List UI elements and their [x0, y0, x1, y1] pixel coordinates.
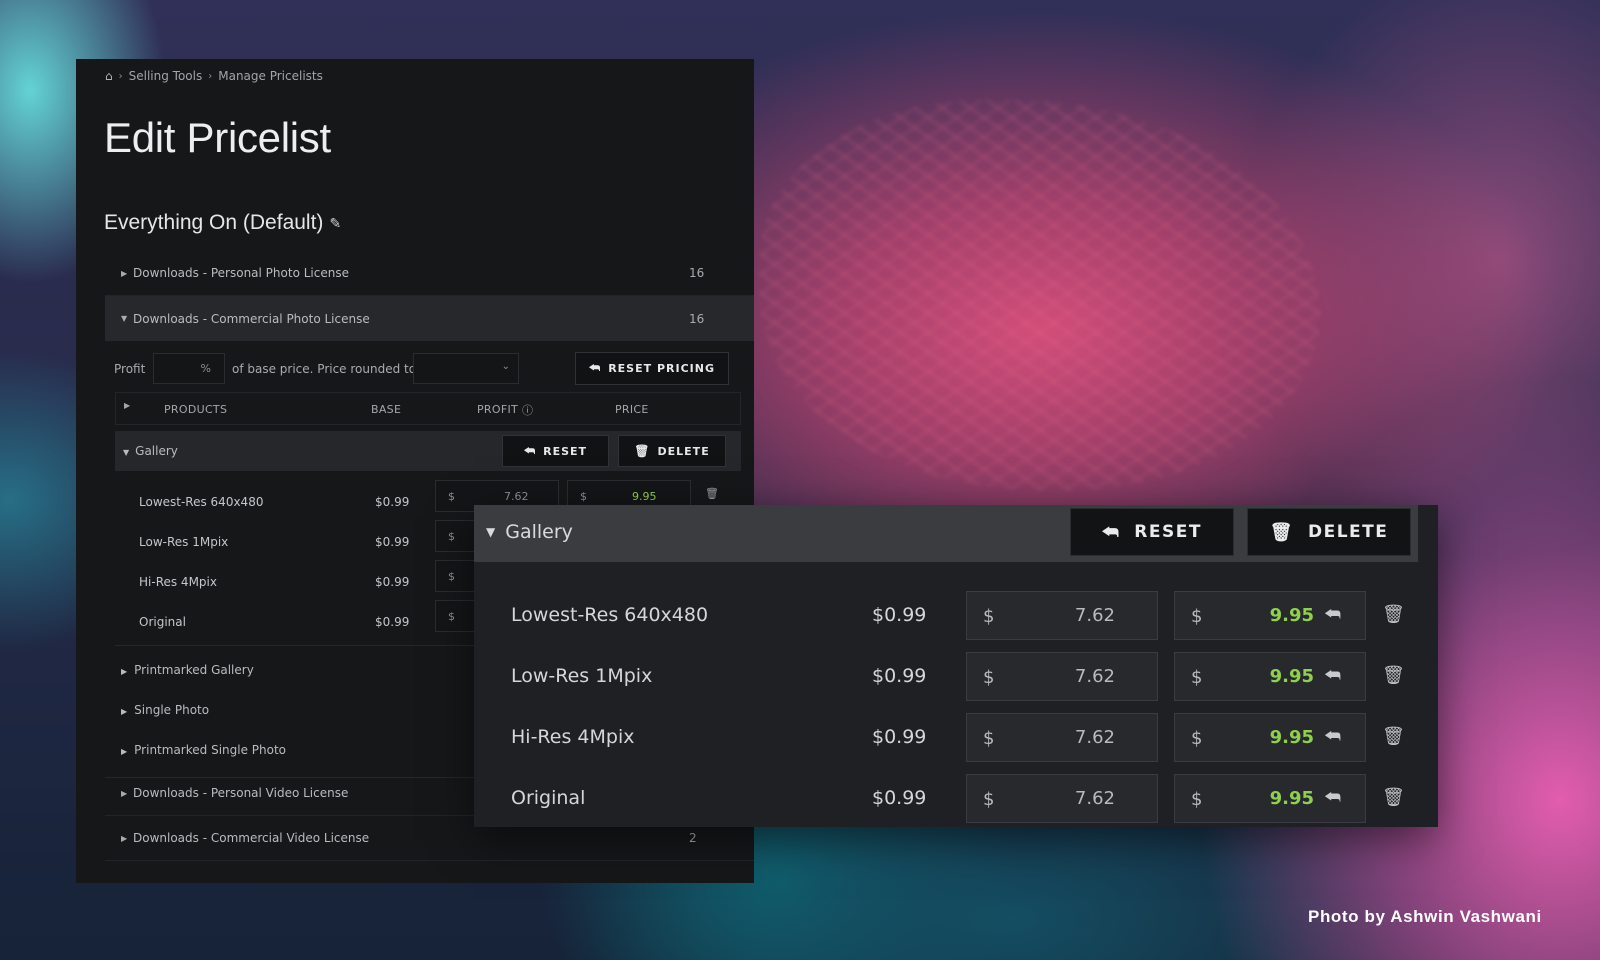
chevron-right-icon: ›: [208, 70, 213, 82]
profit-input[interactable]: $7.62: [966, 591, 1158, 640]
subgroup-single-photo[interactable]: ▶ Single Photo: [121, 703, 209, 717]
section-count: 16: [689, 266, 705, 280]
price-input[interactable]: $9.95 ⮪: [1174, 652, 1366, 701]
zoom-product-row: Original $0.99 $7.62 $9.95 ⮪ 🗑: [474, 768, 1438, 827]
zoom-reset-button[interactable]: ⮪ RESET: [1070, 508, 1234, 556]
background-net-blur: [760, 100, 1320, 490]
product-name: Lowest-Res 640x480: [511, 604, 709, 626]
profit-input[interactable]: $7.62: [966, 774, 1158, 823]
product-name: Low-Res 1Mpix: [511, 665, 653, 687]
trash-icon[interactable]: 🗑: [1382, 604, 1405, 625]
price-input[interactable]: $9.95 ⮪: [1174, 591, 1366, 640]
caret-right-icon: ▶: [121, 788, 128, 798]
product-base: $0.99: [872, 726, 927, 748]
caret-right-icon: ▶: [121, 707, 128, 716]
profit-label: Profit: [114, 362, 146, 376]
zoom-product-row: Hi-Res 4Mpix $0.99 $7.62 $9.95 ⮪ 🗑: [474, 707, 1438, 768]
product-name: Lowest-Res 640x480: [139, 495, 264, 509]
reset-pricing-button[interactable]: ⮪ RESET PRICING: [575, 352, 729, 385]
reply-arrow-icon: ⮪: [1102, 521, 1121, 543]
product-base: $0.99: [375, 575, 410, 589]
zoom-product-row: Low-Res 1Mpix $0.99 $7.62 $9.95 ⮪ 🗑: [474, 646, 1438, 707]
product-base: $0.99: [872, 665, 927, 687]
product-base: $0.99: [872, 787, 927, 809]
caret-right-icon: ▶: [121, 747, 128, 756]
info-icon[interactable]: ⓘ: [522, 402, 533, 418]
profit-percent-input[interactable]: %: [153, 353, 225, 384]
reply-arrow-icon[interactable]: ⮪: [1324, 787, 1341, 808]
caret-down-icon: ▼: [123, 448, 130, 457]
products-table-header: ▶ PRODUCTS BASE PROFIT ⓘ PRICE: [115, 392, 741, 425]
product-base: $0.99: [375, 615, 410, 629]
profit-input[interactable]: $7.62: [966, 652, 1158, 701]
zoom-gallery-header[interactable]: ▼ Gallery ⮪ RESET 🗑 DELETE: [474, 505, 1418, 562]
chevron-right-icon: ›: [118, 70, 123, 82]
reply-arrow-icon[interactable]: ⮪: [1324, 665, 1341, 686]
price-input[interactable]: $9.95 ⮪: [1174, 774, 1366, 823]
product-base: $0.99: [872, 604, 927, 626]
product-base: $0.99: [375, 535, 410, 549]
caret-down-icon: ▼: [486, 525, 496, 539]
caret-right-icon: ▶: [121, 833, 128, 843]
section-count: 16: [689, 311, 705, 326]
caret-down-icon: ▼: [121, 314, 128, 323]
reply-arrow-icon[interactable]: ⮪: [1324, 604, 1341, 625]
trash-icon[interactable]: 🗑: [705, 487, 719, 500]
profit-description: of base price. Price rounded to: [232, 362, 417, 376]
caret-right-icon[interactable]: ▶: [124, 401, 130, 410]
breadcrumb: ⌂ › Selling Tools › Manage Pricelists: [105, 69, 323, 83]
home-icon[interactable]: ⌂: [105, 69, 113, 83]
gallery-group-header[interactable]: ▼ Gallery ⮪ RESET 🗑 DELETE: [115, 431, 741, 471]
product-name: Low-Res 1Mpix: [139, 535, 229, 549]
trash-icon[interactable]: 🗑: [1382, 726, 1405, 747]
gallery-delete-button[interactable]: 🗑 DELETE: [618, 435, 726, 467]
price-input[interactable]: $9.95 ⮪: [1174, 713, 1366, 762]
breadcrumb-manage-pricelists[interactable]: Manage Pricelists: [218, 69, 323, 83]
subgroup-printmarked-gallery[interactable]: ▶ Printmarked Gallery: [121, 663, 254, 677]
product-name: Original: [139, 615, 186, 629]
reply-arrow-icon: ⮪: [589, 361, 602, 375]
section-count: 2: [689, 831, 697, 845]
section-commercial-photo[interactable]: ▼ Downloads - Commercial Photo License 1…: [105, 296, 754, 341]
trash-icon: 🗑: [634, 444, 651, 458]
page-title: Edit Pricelist: [104, 114, 331, 161]
trash-icon[interactable]: 🗑: [1382, 665, 1405, 686]
reply-arrow-icon: ⮪: [523, 443, 537, 458]
trash-icon: 🗑: [1269, 521, 1294, 543]
profit-input[interactable]: $7.62: [966, 713, 1158, 762]
reply-arrow-icon[interactable]: ⮪: [1324, 726, 1341, 747]
section-personal-photo[interactable]: ▶ Downloads - Personal Photo License 16: [105, 251, 754, 296]
product-name: Hi-Res 4Mpix: [139, 575, 217, 589]
gallery-zoom-panel: ▼ Gallery ⮪ RESET 🗑 DELETE Lowest-Res 640x4…: [474, 505, 1438, 827]
zoom-delete-button[interactable]: 🗑 DELETE: [1247, 508, 1411, 556]
photo-credit: Photo by Ashwin Vashwani: [1308, 907, 1542, 926]
caret-right-icon: ▶: [121, 268, 128, 278]
product-name: Original: [511, 787, 586, 809]
breadcrumb-selling-tools[interactable]: Selling Tools: [129, 69, 203, 83]
gallery-reset-button[interactable]: ⮪ RESET: [502, 435, 609, 467]
product-name: Hi-Res 4Mpix: [511, 726, 635, 748]
caret-right-icon: ▶: [121, 667, 128, 676]
trash-icon[interactable]: 🗑: [1382, 787, 1405, 808]
rounding-select[interactable]: ⌄: [413, 353, 519, 384]
zoom-product-row: Lowest-Res 640x480 $0.99 $7.62 $9.95 ⮪ 🗑: [474, 585, 1438, 646]
product-base: $0.99: [375, 495, 410, 509]
chevron-down-icon: ⌄: [501, 361, 510, 372]
pencil-icon[interactable]: ✎: [329, 215, 341, 232]
pricelist-name: Everything On (Default) ✎: [104, 211, 342, 234]
subgroup-printmarked-single-photo[interactable]: ▶ Printmarked Single Photo: [121, 743, 286, 757]
